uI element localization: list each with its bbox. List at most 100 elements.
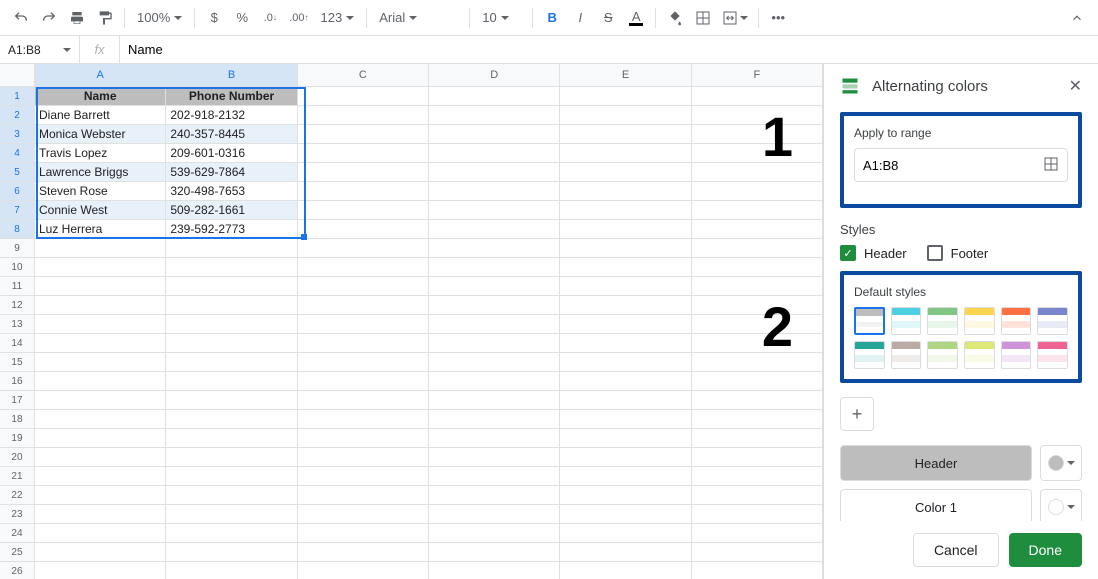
row-header[interactable]: 2 bbox=[0, 106, 35, 125]
cell[interactable] bbox=[692, 524, 823, 543]
cancel-button[interactable]: Cancel bbox=[913, 533, 999, 567]
row-header[interactable]: 21 bbox=[0, 467, 35, 486]
cell[interactable] bbox=[692, 543, 823, 562]
cell[interactable] bbox=[560, 505, 691, 524]
cell[interactable] bbox=[560, 87, 691, 106]
font-dropdown[interactable]: Arial bbox=[373, 5, 463, 31]
cell[interactable] bbox=[429, 410, 560, 429]
cell[interactable] bbox=[429, 391, 560, 410]
cell[interactable] bbox=[560, 296, 691, 315]
cell[interactable] bbox=[166, 505, 297, 524]
cell[interactable] bbox=[35, 353, 166, 372]
cell[interactable] bbox=[429, 277, 560, 296]
cell[interactable] bbox=[298, 353, 429, 372]
style-swatch[interactable] bbox=[1001, 307, 1032, 335]
row-header[interactable]: 15 bbox=[0, 353, 35, 372]
cell[interactable] bbox=[560, 448, 691, 467]
zoom-dropdown[interactable]: 100% bbox=[131, 5, 188, 31]
cell[interactable] bbox=[298, 182, 429, 201]
cell[interactable] bbox=[692, 163, 823, 182]
cell[interactable] bbox=[560, 163, 691, 182]
cell[interactable] bbox=[560, 429, 691, 448]
cell[interactable] bbox=[560, 334, 691, 353]
cell[interactable] bbox=[298, 277, 429, 296]
cell[interactable]: 239-592-2773 bbox=[166, 220, 297, 239]
cell[interactable] bbox=[35, 467, 166, 486]
cell[interactable] bbox=[298, 562, 429, 579]
range-input[interactable] bbox=[863, 158, 1043, 173]
cell[interactable] bbox=[166, 562, 297, 579]
cell[interactable] bbox=[298, 87, 429, 106]
cell[interactable] bbox=[692, 372, 823, 391]
col-header-A[interactable]: A bbox=[35, 64, 166, 87]
cell[interactable] bbox=[560, 201, 691, 220]
cell[interactable] bbox=[692, 106, 823, 125]
cell[interactable]: Connie West bbox=[35, 201, 166, 220]
cell[interactable] bbox=[692, 448, 823, 467]
cell[interactable] bbox=[35, 334, 166, 353]
cell[interactable] bbox=[166, 315, 297, 334]
cell[interactable] bbox=[35, 410, 166, 429]
cell[interactable]: Name bbox=[35, 87, 166, 106]
cell[interactable] bbox=[166, 410, 297, 429]
cell[interactable] bbox=[692, 353, 823, 372]
row-header[interactable]: 6 bbox=[0, 182, 35, 201]
row-header[interactable]: 13 bbox=[0, 315, 35, 334]
cell[interactable]: 509-282-1661 bbox=[166, 201, 297, 220]
style-swatch[interactable] bbox=[891, 341, 922, 369]
cell[interactable] bbox=[429, 524, 560, 543]
cell[interactable] bbox=[560, 258, 691, 277]
percent-button[interactable]: % bbox=[229, 5, 255, 31]
cell[interactable] bbox=[298, 201, 429, 220]
cell[interactable]: Travis Lopez bbox=[35, 144, 166, 163]
cell[interactable] bbox=[560, 144, 691, 163]
style-swatch[interactable] bbox=[927, 307, 958, 335]
col-header-F[interactable]: F bbox=[692, 64, 823, 87]
cell[interactable] bbox=[429, 467, 560, 486]
cell[interactable] bbox=[298, 505, 429, 524]
cell[interactable] bbox=[560, 239, 691, 258]
undo-button[interactable] bbox=[8, 5, 34, 31]
cell[interactable] bbox=[560, 315, 691, 334]
name-box[interactable]: A1:B8 bbox=[0, 36, 80, 63]
cell[interactable] bbox=[166, 258, 297, 277]
cell[interactable] bbox=[560, 353, 691, 372]
collapse-toolbar-button[interactable] bbox=[1064, 5, 1090, 31]
cell[interactable] bbox=[166, 543, 297, 562]
cell[interactable] bbox=[692, 334, 823, 353]
col-header-B[interactable]: B bbox=[166, 64, 297, 87]
row-header[interactable]: 22 bbox=[0, 486, 35, 505]
cell[interactable] bbox=[298, 391, 429, 410]
style-swatch[interactable] bbox=[854, 341, 885, 369]
header-color-picker[interactable] bbox=[1040, 445, 1082, 481]
cell[interactable] bbox=[692, 315, 823, 334]
increase-decimal-button[interactable]: .00↑ bbox=[285, 5, 312, 31]
cell[interactable] bbox=[35, 562, 166, 579]
style-swatch[interactable] bbox=[927, 341, 958, 369]
cell[interactable]: Monica Webster bbox=[35, 125, 166, 144]
cell[interactable] bbox=[298, 258, 429, 277]
cell[interactable] bbox=[35, 448, 166, 467]
cell[interactable] bbox=[692, 391, 823, 410]
cell[interactable]: 539-629-7864 bbox=[166, 163, 297, 182]
cell[interactable] bbox=[692, 239, 823, 258]
cell[interactable] bbox=[560, 106, 691, 125]
cell[interactable] bbox=[560, 125, 691, 144]
cell[interactable] bbox=[298, 429, 429, 448]
cell[interactable] bbox=[429, 448, 560, 467]
select-all-corner[interactable] bbox=[0, 64, 35, 87]
cell[interactable] bbox=[298, 106, 429, 125]
formula-input[interactable] bbox=[120, 36, 1098, 63]
row-header[interactable]: 1 bbox=[0, 87, 35, 106]
cell[interactable] bbox=[429, 239, 560, 258]
cell[interactable] bbox=[298, 144, 429, 163]
row-header[interactable]: 9 bbox=[0, 239, 35, 258]
style-swatch[interactable] bbox=[891, 307, 922, 335]
cell[interactable] bbox=[692, 125, 823, 144]
select-range-icon[interactable] bbox=[1043, 156, 1059, 175]
cell[interactable] bbox=[166, 296, 297, 315]
cell[interactable] bbox=[560, 543, 691, 562]
cell[interactable] bbox=[429, 296, 560, 315]
cell[interactable] bbox=[429, 144, 560, 163]
cell[interactable] bbox=[298, 315, 429, 334]
